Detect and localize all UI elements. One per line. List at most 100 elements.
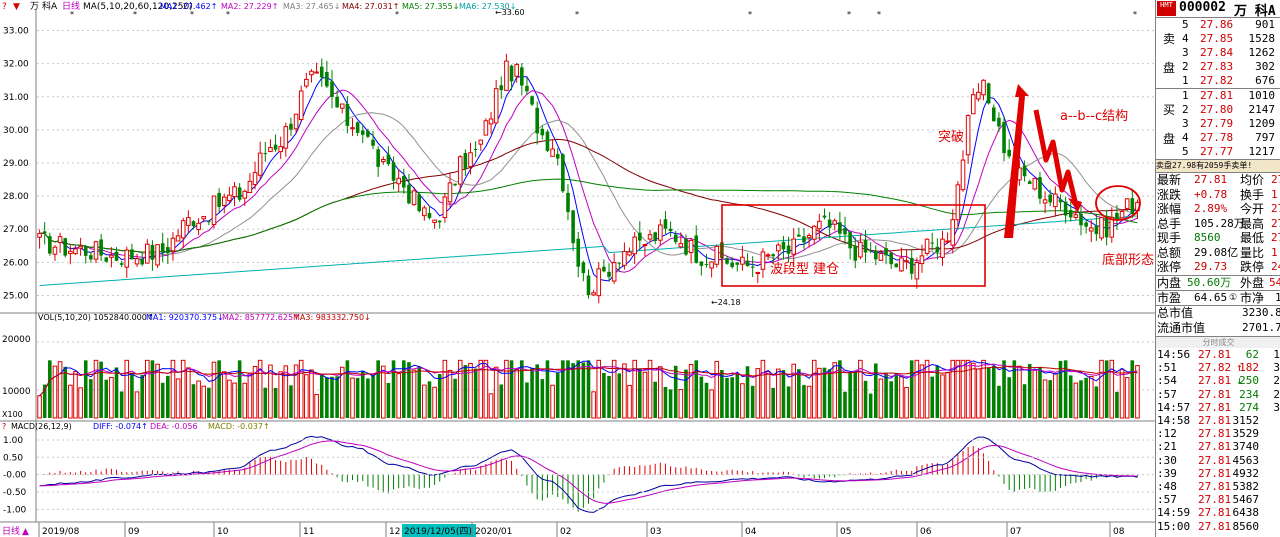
candle-body <box>211 195 217 225</box>
candle-body <box>509 65 514 82</box>
volume-bar <box>278 371 283 419</box>
low-price-label: ←24.18 <box>711 298 741 307</box>
ticks-tab[interactable]: 分时成交 <box>1156 337 1280 348</box>
event-marker-icon[interactable]: * <box>395 10 399 19</box>
volume-bar <box>130 372 134 418</box>
candle-body <box>668 228 673 232</box>
volume-bar <box>89 379 93 418</box>
y-tick-label: 28.00 <box>3 192 29 202</box>
stock-code: 000002 <box>1179 0 1226 15</box>
volume-bar <box>960 359 966 419</box>
volume-bar <box>499 384 504 418</box>
candle-body <box>499 85 504 91</box>
volume-bar <box>709 389 714 419</box>
x-tick-label: 11 <box>303 527 314 537</box>
candle-body <box>1063 201 1068 216</box>
volume-bar <box>725 377 729 418</box>
volume-bar <box>437 374 442 418</box>
quote-row: 现手8560最低27 <box>1157 231 1280 245</box>
kline-chart-area[interactable]: ? ▼ 万 科A 日线 MA(5,10,20,60,120,250) MA1: … <box>0 0 1155 537</box>
question-icon[interactable]: ? <box>2 2 7 12</box>
candle-body <box>889 252 893 265</box>
volume-bar <box>417 366 421 418</box>
candle-body <box>940 238 945 258</box>
candle-body <box>1115 212 1119 219</box>
vol-unit: X100 <box>2 410 23 419</box>
candle-body <box>858 241 863 258</box>
buy-label-2: 盘 <box>1163 132 1176 146</box>
candle-body <box>376 149 380 167</box>
vol-y-tick-10000: 10000 <box>2 387 31 397</box>
candle-body <box>186 217 191 226</box>
volume-bar <box>273 387 278 418</box>
tick-row: 14:56 27.81 62 1 <box>1157 348 1280 361</box>
candle-body <box>571 210 575 244</box>
event-marker-icon[interactable]: * <box>70 10 74 19</box>
volume-bar <box>422 384 427 419</box>
macd-question-icon[interactable]: ? <box>2 422 6 431</box>
macd-y-tick: -0.50 <box>3 488 27 498</box>
candle-body <box>217 192 221 207</box>
event-marker-icon[interactable]: * <box>226 10 230 19</box>
candle-body <box>638 232 642 241</box>
candle-body <box>919 255 925 265</box>
candle-body <box>201 215 207 220</box>
neipan-row: 内盘 50.60万 外盘 54.6 <box>1157 276 1280 290</box>
volume-bar <box>1104 360 1109 418</box>
volume-bar <box>1022 384 1027 418</box>
volume-bar <box>868 393 873 418</box>
arrow-down-icon[interactable]: ▼ <box>13 2 20 12</box>
event-marker-icon[interactable]: * <box>575 10 579 19</box>
volume-bar <box>627 384 632 419</box>
pe-row: 市盈 64.65 ① 市净 1 <box>1157 291 1280 305</box>
ma-value-5: MA5: 27.355↓ <box>402 2 459 11</box>
volume-bar <box>811 359 817 419</box>
event-marker-icon[interactable]: * <box>133 10 137 19</box>
macd-dea: DEA: -0.056 <box>150 422 198 431</box>
vol-ma3: MA3: 983332.750↓ <box>293 313 371 322</box>
candle-body <box>1058 199 1063 203</box>
x-tick-label: 07 <box>1010 527 1021 537</box>
crosshair-date: 2019/12/05(四) <box>404 527 472 537</box>
candle-body <box>581 262 586 274</box>
candle-body <box>802 236 806 243</box>
volume-bar <box>668 389 673 418</box>
event-marker-icon[interactable]: * <box>190 10 194 19</box>
volume-bar <box>924 359 930 419</box>
candle-body <box>42 231 47 234</box>
candle-body <box>1038 177 1042 199</box>
candle-body <box>155 244 160 266</box>
event-marker-icon[interactable]: * <box>1133 10 1137 19</box>
x-period-label[interactable]: 日线 <box>2 525 20 537</box>
candle-body <box>432 219 437 224</box>
candle-body <box>786 245 791 254</box>
candle-body <box>319 66 324 78</box>
ma-value-4: MA4: 27.031↑ <box>342 2 399 11</box>
volume-bar <box>596 359 602 419</box>
volume-bar <box>884 372 888 418</box>
candle-body <box>402 176 406 188</box>
volume-bar <box>119 391 124 418</box>
volume-bar <box>935 365 940 418</box>
volume-bar <box>965 359 971 419</box>
tick-row: :54 27.81 ↓ 250 2 <box>1157 374 1280 388</box>
event-marker-icon[interactable]: * <box>748 10 752 19</box>
event-marker-icon[interactable]: * <box>847 10 851 19</box>
volume-bar <box>309 369 314 419</box>
event-marker-icon[interactable]: * <box>877 10 881 19</box>
candle-body <box>1088 227 1094 232</box>
candle-body <box>145 243 150 264</box>
volume-bar <box>909 360 914 418</box>
candle-body <box>868 250 873 252</box>
volume-bar <box>242 382 248 419</box>
candle-body <box>427 213 432 219</box>
volume-bar <box>473 368 478 418</box>
volume-bar <box>166 375 170 418</box>
candle-body <box>714 245 720 265</box>
volume-bar <box>525 382 529 418</box>
volume-bar <box>1042 379 1048 419</box>
x-period-arrow-icon[interactable]: ▲ <box>22 527 29 537</box>
volume-bar <box>827 369 832 418</box>
candle-body <box>781 241 786 250</box>
candle-body <box>642 244 648 247</box>
